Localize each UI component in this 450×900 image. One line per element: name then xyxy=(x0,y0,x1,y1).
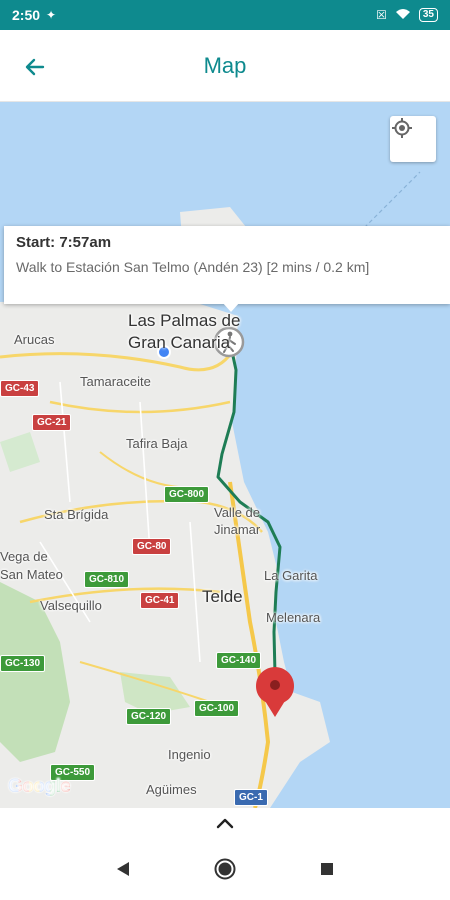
notification-icon: ✦ xyxy=(46,8,57,22)
map-label-sta-brigida: Sta Brígida xyxy=(44,507,109,522)
route-start-time: Start: 7:57am xyxy=(16,234,112,251)
map-label-tafira-baja: Tafira Baja xyxy=(126,436,188,451)
map-label-vega-line1: Vega de xyxy=(0,549,48,564)
chevron-up-icon xyxy=(216,818,234,829)
map-label-arucas: Arucas xyxy=(14,332,55,347)
battery-icon: 35 xyxy=(418,8,438,22)
map-label-las-palmas: Las Palmas de Gran Canaria xyxy=(128,310,240,354)
map-label-melenara: Melenara xyxy=(266,610,321,625)
system-nav-bar xyxy=(0,838,450,900)
nav-home-button[interactable] xyxy=(210,854,240,884)
bottom-sheet-handle[interactable] xyxy=(0,808,450,838)
road-badge-gc140: GC-140 xyxy=(216,652,262,669)
my-location-button[interactable] xyxy=(390,116,436,162)
map-view[interactable]: Las Palmas de Gran Canaria Arucas Tamara… xyxy=(0,102,450,808)
sim-icon: ☒ xyxy=(376,8,387,22)
map-label-valle-line2: Jinamar xyxy=(214,522,261,537)
road-badge-gc80: GC-80 xyxy=(132,538,172,555)
map-label-aguimes: Agüimes xyxy=(146,782,197,797)
map-label-ingenio: Ingenio xyxy=(168,747,211,762)
road-badge-gc130: GC-130 xyxy=(0,655,46,672)
triangle-back-icon xyxy=(117,862,129,876)
map-label-las-palmas-line2: Gran Canaria xyxy=(128,333,231,352)
map-label-las-palmas-line1: Las Palmas de xyxy=(128,311,241,330)
status-time: 2:50 xyxy=(12,7,41,23)
map-label-vega-line2: San Mateo xyxy=(0,567,63,582)
map-label-tamaraceite: Tamaraceite xyxy=(80,374,151,389)
wifi-icon xyxy=(395,8,411,23)
road-badge-gc43: GC-43 xyxy=(0,380,40,397)
back-button[interactable] xyxy=(18,50,52,84)
road-badge-gc100: GC-100 xyxy=(194,700,240,717)
map-label-valsequillo: Valsequillo xyxy=(40,598,102,613)
google-logo-text: Google xyxy=(8,776,71,797)
route-info-card[interactable]: Start: 7:57am Walk to Estación San Telmo… xyxy=(4,226,450,312)
nav-back-button[interactable] xyxy=(108,854,138,884)
map-label-telde: Telde xyxy=(202,587,243,606)
road-badge-gc21: GC-21 xyxy=(32,414,72,431)
road-badge-gc41: GC-41 xyxy=(140,592,180,609)
arrow-left-icon xyxy=(25,58,45,76)
circle-home-icon xyxy=(214,858,236,880)
map-label-la-garita: La Garita xyxy=(264,568,318,583)
status-bar: 2:50 ✦ ☒ 35 xyxy=(0,0,450,30)
my-location-icon xyxy=(392,118,412,138)
app-bar: Map xyxy=(0,30,450,102)
road-badge-gc800: GC-800 xyxy=(164,486,210,503)
road-badge-gc810: GC-810 xyxy=(84,571,130,588)
road-badge-gc1: GC-1 xyxy=(234,789,268,806)
google-logo: Google xyxy=(8,776,71,798)
route-step-description: Walk to Estación San Telmo (Andén 23) [2… xyxy=(16,259,370,275)
map-label-vega-san-mateo: Vega de San Mateo xyxy=(0,548,63,584)
square-recents-icon xyxy=(321,863,333,875)
map-label-valle-line1: Valle de xyxy=(214,505,261,520)
status-icons: ☒ 35 xyxy=(376,8,438,23)
info-card-pointer xyxy=(222,302,240,312)
map-label-valle-jinamar: Valle de Jinamar xyxy=(214,504,260,538)
nav-recents-button[interactable] xyxy=(312,854,342,884)
page-title: Map xyxy=(203,52,247,78)
road-badge-gc120: GC-120 xyxy=(126,708,172,725)
